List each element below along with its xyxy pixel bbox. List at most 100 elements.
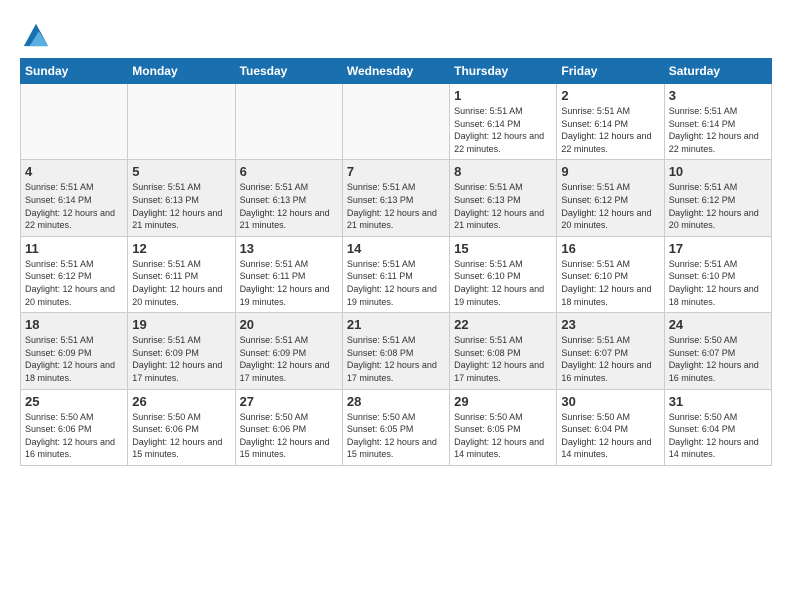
day-number: 12 [132, 241, 230, 256]
day-number: 3 [669, 88, 767, 103]
calendar-table: SundayMondayTuesdayWednesdayThursdayFrid… [20, 58, 772, 466]
calendar-header: SundayMondayTuesdayWednesdayThursdayFrid… [21, 59, 772, 84]
weekday-header-sunday: Sunday [21, 59, 128, 84]
calendar-cell: 19 Sunrise: 5:51 AMSunset: 6:09 PMDayligh… [128, 313, 235, 389]
day-info: Sunrise: 5:51 AMSunset: 6:08 PMDaylight:… [454, 334, 552, 384]
day-number: 1 [454, 88, 552, 103]
day-number: 21 [347, 317, 445, 332]
day-number: 26 [132, 394, 230, 409]
day-info: Sunrise: 5:51 AMSunset: 6:12 PMDaylight:… [25, 258, 123, 308]
day-number: 28 [347, 394, 445, 409]
day-info: Sunrise: 5:50 AMSunset: 6:05 PMDaylight:… [347, 411, 445, 461]
calendar-week-row: 11Sunrise: 5:51 AMSunset: 6:12 PMDayligh… [21, 236, 772, 312]
weekday-header-wednesday: Wednesday [342, 59, 449, 84]
calendar-cell: 30 Sunrise: 5:50 AMSunset: 6:04 PMDayligh… [557, 389, 664, 465]
day-number: 7 [347, 164, 445, 179]
day-info: Sunrise: 5:51 AMSunset: 6:09 PMDaylight:… [25, 334, 123, 384]
day-info: Sunrise: 5:50 AMSunset: 6:04 PMDaylight:… [669, 411, 767, 461]
day-number: 16 [561, 241, 659, 256]
day-number: 2 [561, 88, 659, 103]
day-info: Sunrise: 5:51 AMSunset: 6:14 PMDaylight:… [454, 105, 552, 155]
day-info: Sunrise: 5:50 AMSunset: 6:06 PMDaylight:… [240, 411, 338, 461]
calendar-cell: 5 Sunrise: 5:51 AMSunset: 6:13 PMDaylight… [128, 160, 235, 236]
calendar-cell: 22 Sunrise: 5:51 AMSunset: 6:08 PMDayligh… [450, 313, 557, 389]
weekday-header-friday: Friday [557, 59, 664, 84]
day-number: 14 [347, 241, 445, 256]
day-number: 27 [240, 394, 338, 409]
day-number: 4 [25, 164, 123, 179]
calendar-cell: 28 Sunrise: 5:50 AMSunset: 6:05 PMDayligh… [342, 389, 449, 465]
day-info: Sunrise: 5:51 AMSunset: 6:13 PMDaylight:… [132, 181, 230, 231]
calendar-cell: 24 Sunrise: 5:50 AMSunset: 6:07 PMDayligh… [664, 313, 771, 389]
calendar-cell: 7Sunrise: 5:51 AMSunset: 6:13 PMDaylight… [342, 160, 449, 236]
day-number: 19 [132, 317, 230, 332]
calendar-cell: 20 Sunrise: 5:51 AMSunset: 6:09 PMDayligh… [235, 313, 342, 389]
day-number: 20 [240, 317, 338, 332]
calendar-cell: 3 Sunrise: 5:51 AMSunset: 6:14 PMDaylight… [664, 84, 771, 160]
day-info: Sunrise: 5:51 AMSunset: 6:14 PMDaylight:… [561, 105, 659, 155]
calendar-cell [128, 84, 235, 160]
calendar-cell: 17 Sunrise: 5:51 AMSunset: 6:10 PMDayligh… [664, 236, 771, 312]
day-info: Sunrise: 5:51 AMSunset: 6:10 PMDaylight:… [561, 258, 659, 308]
calendar-cell: 16 Sunrise: 5:51 AMSunset: 6:10 PMDayligh… [557, 236, 664, 312]
day-info: Sunrise: 5:51 AMSunset: 6:07 PMDaylight:… [561, 334, 659, 384]
calendar-cell [235, 84, 342, 160]
day-info: Sunrise: 5:51 AMSunset: 6:11 PMDaylight:… [132, 258, 230, 308]
calendar-cell: 23 Sunrise: 5:51 AMSunset: 6:07 PMDayligh… [557, 313, 664, 389]
day-info: Sunrise: 5:51 AMSunset: 6:14 PMDaylight:… [669, 105, 767, 155]
calendar-cell: 21 Sunrise: 5:51 AMSunset: 6:08 PMDayligh… [342, 313, 449, 389]
day-number: 18 [25, 317, 123, 332]
calendar-cell: 9 Sunrise: 5:51 AMSunset: 6:12 PMDaylight… [557, 160, 664, 236]
calendar-cell: 6Sunrise: 5:51 AMSunset: 6:13 PMDaylight… [235, 160, 342, 236]
day-info: Sunrise: 5:51 AMSunset: 6:09 PMDaylight:… [240, 334, 338, 384]
day-number: 9 [561, 164, 659, 179]
day-number: 10 [669, 164, 767, 179]
day-number: 29 [454, 394, 552, 409]
weekday-header-row: SundayMondayTuesdayWednesdayThursdayFrid… [21, 59, 772, 84]
page-header [20, 20, 772, 48]
logo-icon [22, 20, 50, 48]
calendar-week-row: 25 Sunrise: 5:50 AMSunset: 6:06 PMDayligh… [21, 389, 772, 465]
day-number: 23 [561, 317, 659, 332]
weekday-header-thursday: Thursday [450, 59, 557, 84]
calendar-cell: 11Sunrise: 5:51 AMSunset: 6:12 PMDayligh… [21, 236, 128, 312]
calendar-body: 1 Sunrise: 5:51 AMSunset: 6:14 PMDaylight… [21, 84, 772, 466]
calendar-week-row: 4 Sunrise: 5:51 AMSunset: 6:14 PMDaylight… [21, 160, 772, 236]
calendar-cell: 25 Sunrise: 5:50 AMSunset: 6:06 PMDayligh… [21, 389, 128, 465]
day-number: 22 [454, 317, 552, 332]
calendar-cell: 13Sunrise: 5:51 AMSunset: 6:11 PMDayligh… [235, 236, 342, 312]
day-number: 6 [240, 164, 338, 179]
day-number: 25 [25, 394, 123, 409]
day-info: Sunrise: 5:50 AMSunset: 6:06 PMDaylight:… [25, 411, 123, 461]
day-info: Sunrise: 5:50 AMSunset: 6:07 PMDaylight:… [669, 334, 767, 384]
day-number: 15 [454, 241, 552, 256]
day-info: Sunrise: 5:51 AMSunset: 6:11 PMDaylight:… [240, 258, 338, 308]
weekday-header-monday: Monday [128, 59, 235, 84]
weekday-header-tuesday: Tuesday [235, 59, 342, 84]
day-info: Sunrise: 5:50 AMSunset: 6:04 PMDaylight:… [561, 411, 659, 461]
day-info: Sunrise: 5:51 AMSunset: 6:12 PMDaylight:… [561, 181, 659, 231]
day-number: 5 [132, 164, 230, 179]
calendar-cell: 8Sunrise: 5:51 AMSunset: 6:13 PMDaylight… [450, 160, 557, 236]
calendar-cell [21, 84, 128, 160]
day-info: Sunrise: 5:51 AMSunset: 6:13 PMDaylight:… [454, 181, 552, 231]
weekday-header-saturday: Saturday [664, 59, 771, 84]
day-number: 30 [561, 394, 659, 409]
calendar-cell: 15Sunrise: 5:51 AMSunset: 6:10 PMDayligh… [450, 236, 557, 312]
calendar-cell: 31Sunrise: 5:50 AMSunset: 6:04 PMDayligh… [664, 389, 771, 465]
day-info: Sunrise: 5:51 AMSunset: 6:11 PMDaylight:… [347, 258, 445, 308]
day-info: Sunrise: 5:51 AMSunset: 6:10 PMDaylight:… [669, 258, 767, 308]
day-info: Sunrise: 5:51 AMSunset: 6:08 PMDaylight:… [347, 334, 445, 384]
day-info: Sunrise: 5:50 AMSunset: 6:05 PMDaylight:… [454, 411, 552, 461]
calendar-week-row: 18 Sunrise: 5:51 AMSunset: 6:09 PMDayligh… [21, 313, 772, 389]
day-number: 17 [669, 241, 767, 256]
calendar-cell: 1 Sunrise: 5:51 AMSunset: 6:14 PMDaylight… [450, 84, 557, 160]
calendar-cell: 4 Sunrise: 5:51 AMSunset: 6:14 PMDaylight… [21, 160, 128, 236]
calendar-cell: 2 Sunrise: 5:51 AMSunset: 6:14 PMDaylight… [557, 84, 664, 160]
day-number: 24 [669, 317, 767, 332]
calendar-cell: 18 Sunrise: 5:51 AMSunset: 6:09 PMDayligh… [21, 313, 128, 389]
calendar-cell [342, 84, 449, 160]
day-info: Sunrise: 5:50 AMSunset: 6:06 PMDaylight:… [132, 411, 230, 461]
day-info: Sunrise: 5:51 AMSunset: 6:09 PMDaylight:… [132, 334, 230, 384]
day-info: Sunrise: 5:51 AMSunset: 6:14 PMDaylight:… [25, 181, 123, 231]
